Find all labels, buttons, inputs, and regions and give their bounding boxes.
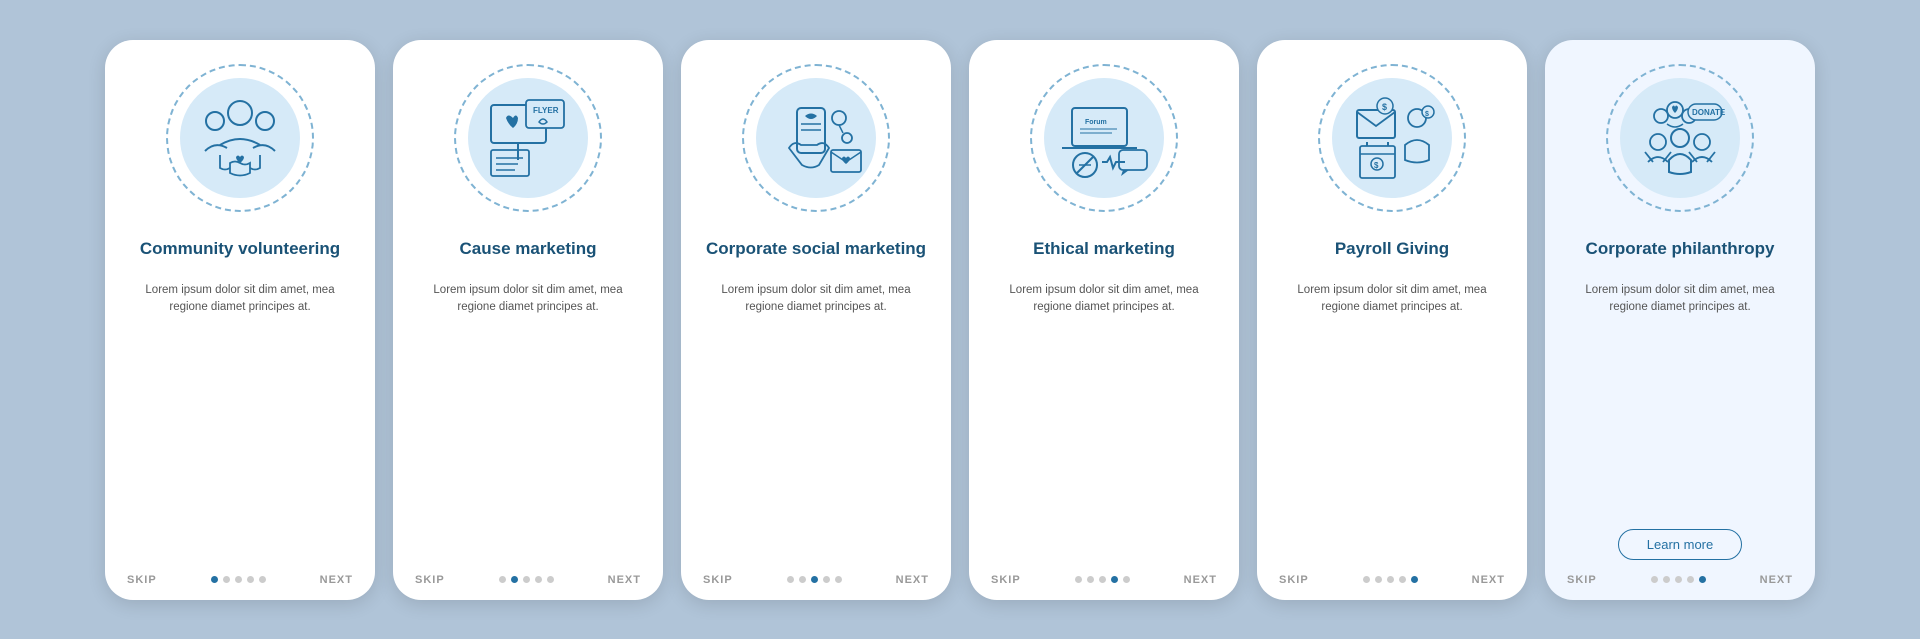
- dot-5-3: [1399, 576, 1406, 583]
- card-body-4: Lorem ipsum dolor sit dim amet, mea regi…: [987, 282, 1221, 566]
- next-label-3[interactable]: NEXT: [896, 574, 929, 586]
- dot-3-1: [799, 576, 806, 583]
- dot-2-2: [523, 576, 530, 583]
- dot-1-0: [211, 576, 218, 583]
- dot-4-1: [1087, 576, 1094, 583]
- icon-area-6: DONATE: [1600, 58, 1760, 218]
- icon-area-5: $ $ $: [1312, 58, 1472, 218]
- dot-2-3: [535, 576, 542, 583]
- dots-3: [787, 576, 842, 583]
- dot-2-4: [547, 576, 554, 583]
- corporate-philanthropy-icon: DONATE: [1623, 80, 1738, 195]
- dot-4-2: [1099, 576, 1106, 583]
- skip-label-3[interactable]: SKIP: [703, 574, 733, 586]
- cause-marketing-icon: FLYER: [471, 80, 586, 195]
- card-body-5: Lorem ipsum dolor sit dim amet, mea regi…: [1275, 282, 1509, 566]
- learn-more-button[interactable]: Learn more: [1618, 529, 1742, 560]
- dot-5-4: [1411, 576, 1418, 583]
- card-title-4: Ethical marketing: [1033, 228, 1175, 272]
- skip-label-5[interactable]: SKIP: [1279, 574, 1309, 586]
- svg-text:FLYER: FLYER: [533, 106, 559, 115]
- skip-label-6[interactable]: SKIP: [1567, 574, 1597, 586]
- skip-label-4[interactable]: SKIP: [991, 574, 1021, 586]
- next-label-2[interactable]: NEXT: [608, 574, 641, 586]
- dot-2-0: [499, 576, 506, 583]
- next-label-1[interactable]: NEXT: [320, 574, 353, 586]
- card-title-1: Community volunteering: [140, 228, 340, 272]
- payroll-giving-icon: $ $ $: [1335, 80, 1450, 195]
- skip-label-1[interactable]: SKIP: [127, 574, 157, 586]
- dot-4-0: [1075, 576, 1082, 583]
- card-title-6: Corporate philanthropy: [1586, 228, 1775, 272]
- svg-text:$: $: [1374, 161, 1379, 170]
- dot-3-0: [787, 576, 794, 583]
- card-community-volunteering: Community volunteering Lorem ipsum dolor…: [105, 40, 375, 600]
- dot-1-3: [247, 576, 254, 583]
- dot-1-2: [235, 576, 242, 583]
- card-ethical-marketing: Forum Ethical marketing Lorem ipsum dolo…: [969, 40, 1239, 600]
- icon-area-4: Forum: [1024, 58, 1184, 218]
- dot-5-2: [1387, 576, 1394, 583]
- card-body-6: Lorem ipsum dolor sit dim amet, mea regi…: [1563, 282, 1797, 523]
- corporate-social-icon: [759, 80, 874, 195]
- dot-6-0: [1651, 576, 1658, 583]
- card-bottom-4: SKIP NEXT: [987, 574, 1221, 586]
- dots-2: [499, 576, 554, 583]
- dot-3-4: [835, 576, 842, 583]
- dots-1: [211, 576, 266, 583]
- dot-4-4: [1123, 576, 1130, 583]
- card-body-3: Lorem ipsum dolor sit dim amet, mea regi…: [699, 282, 933, 566]
- dot-5-0: [1363, 576, 1370, 583]
- dots-5: [1363, 576, 1418, 583]
- icon-area-3: [736, 58, 896, 218]
- dot-3-3: [823, 576, 830, 583]
- card-bottom-6: SKIP NEXT: [1563, 574, 1797, 586]
- card-title-3: Corporate social marketing: [706, 228, 926, 272]
- card-body-2: Lorem ipsum dolor sit dim amet, mea regi…: [411, 282, 645, 566]
- dot-5-1: [1375, 576, 1382, 583]
- dot-6-1: [1663, 576, 1670, 583]
- dot-1-4: [259, 576, 266, 583]
- card-payroll-giving: $ $ $ Payroll Giving Lorem ipsum dolor s…: [1257, 40, 1527, 600]
- card-cause-marketing: FLYER Cause marketing Lorem ipsum dolor …: [393, 40, 663, 600]
- skip-label-2[interactable]: SKIP: [415, 574, 445, 586]
- next-label-4[interactable]: NEXT: [1184, 574, 1217, 586]
- dots-4: [1075, 576, 1130, 583]
- ethical-marketing-icon: Forum: [1047, 80, 1162, 195]
- next-label-5[interactable]: NEXT: [1472, 574, 1505, 586]
- dot-4-3: [1111, 576, 1118, 583]
- card-corporate-philanthropy: DONATE Corporate philanthropy Lorem ipsu…: [1545, 40, 1815, 600]
- svg-text:$: $: [1382, 102, 1387, 112]
- dot-1-1: [223, 576, 230, 583]
- icon-area-1: [160, 58, 320, 218]
- svg-text:$: $: [1425, 111, 1429, 118]
- card-title-2: Cause marketing: [460, 228, 597, 272]
- card-bottom-5: SKIP NEXT: [1275, 574, 1509, 586]
- card-bottom-3: SKIP NEXT: [699, 574, 933, 586]
- card-title-5: Payroll Giving: [1335, 228, 1449, 272]
- dot-6-2: [1675, 576, 1682, 583]
- dots-6: [1651, 576, 1706, 583]
- card-corporate-social: Corporate social marketing Lorem ipsum d…: [681, 40, 951, 600]
- svg-text:DONATE: DONATE: [1692, 108, 1726, 117]
- community-volunteering-icon: [185, 83, 295, 193]
- dot-6-4: [1699, 576, 1706, 583]
- icon-area-2: FLYER: [448, 58, 608, 218]
- dot-2-1: [511, 576, 518, 583]
- next-label-6[interactable]: NEXT: [1760, 574, 1793, 586]
- svg-text:Forum: Forum: [1085, 119, 1107, 126]
- cards-container: Community volunteering Lorem ipsum dolor…: [75, 20, 1845, 620]
- card-body-1: Lorem ipsum dolor sit dim amet, mea regi…: [123, 282, 357, 566]
- dot-3-2: [811, 576, 818, 583]
- dot-6-3: [1687, 576, 1694, 583]
- card-bottom-2: SKIP NEXT: [411, 574, 645, 586]
- card-bottom-1: SKIP NEXT: [123, 574, 357, 586]
